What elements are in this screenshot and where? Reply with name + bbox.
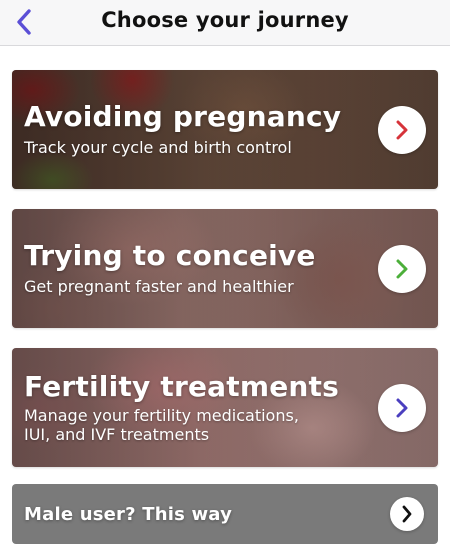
chevron-right-icon bbox=[396, 120, 408, 140]
chevron-right-icon bbox=[396, 259, 408, 279]
chevron-right-icon bbox=[402, 505, 412, 523]
page-title: Choose your journey bbox=[101, 8, 349, 32]
card-subtitle: Get pregnant faster and healthier bbox=[24, 277, 294, 296]
chevron-right-icon bbox=[396, 398, 408, 418]
male-user-arrow-button[interactable] bbox=[390, 497, 424, 531]
card-title: Trying to conceive bbox=[24, 239, 316, 272]
journey-card-trying-to-conceive[interactable]: Trying to conceive Get pregnant faster a… bbox=[12, 209, 438, 328]
card-subtitle-line-2: IUI, and IVF treatments bbox=[24, 425, 210, 444]
journey-card-fertility-treatments[interactable]: Fertility treatments Manage your fertili… bbox=[12, 348, 438, 467]
journey-card-avoiding-pregnancy[interactable]: Avoiding pregnancy Track your cycle and … bbox=[12, 70, 438, 189]
male-user-card[interactable]: Male user? This way bbox=[12, 484, 438, 544]
card-arrow-button[interactable] bbox=[378, 245, 426, 293]
card-subtitle-line-1: Manage your fertility medications, bbox=[24, 406, 299, 425]
nav-header: Choose your journey bbox=[0, 0, 450, 46]
card-title: Avoiding pregnancy bbox=[24, 100, 342, 133]
card-arrow-button[interactable] bbox=[378, 106, 426, 154]
card-arrow-button[interactable] bbox=[378, 384, 426, 432]
card-subtitle: Track your cycle and birth control bbox=[24, 138, 292, 157]
journey-screen: Choose your journey Avoiding pregnancy T… bbox=[0, 0, 450, 548]
male-user-label: Male user? This way bbox=[24, 504, 233, 525]
card-title: Fertility treatments bbox=[24, 370, 339, 403]
